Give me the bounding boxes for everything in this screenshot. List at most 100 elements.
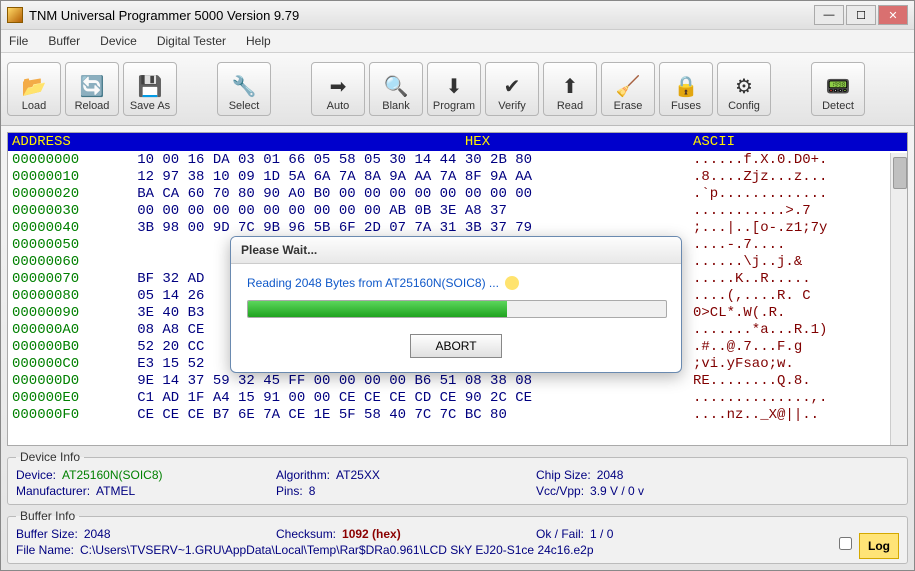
dialog-message-text: Reading 2048 Bytes from AT25160N(SOIC8) … (247, 276, 499, 290)
hex-row[interactable]: 00000000 10 00 16 DA 03 01 66 05 58 05 3… (12, 152, 903, 169)
verify-button[interactable]: ✔Verify (485, 62, 539, 116)
close-button[interactable]: ✕ (878, 5, 908, 25)
hex-ascii: .......*a...R.1) (693, 322, 903, 339)
toolbar-label: Detect (822, 100, 854, 112)
load-button[interactable]: 📂Load (7, 62, 61, 116)
log-checkbox[interactable] (839, 537, 852, 550)
select-icon: 🔧 (230, 72, 258, 100)
fuses-button[interactable]: 🔒Fuses (659, 62, 713, 116)
erase-button[interactable]: 🧹Erase (601, 62, 655, 116)
app-title: TNM Universal Programmer 5000 Version 9.… (29, 8, 299, 23)
hex-bytes: 9E 14 37 59 32 45 FF 00 00 00 00 B6 51 0… (112, 373, 693, 390)
scrollbar-vertical[interactable] (890, 153, 907, 445)
hex-addr: 00000020 (12, 186, 112, 203)
toolbar-label: Read (557, 100, 583, 112)
hex-addr: 00000060 (12, 254, 112, 271)
maximize-button[interactable]: ☐ (846, 5, 876, 25)
hex-ascii: .`p............. (693, 186, 903, 203)
hex-ascii: .8....Zjz...z... (693, 169, 903, 186)
hex-addr: 00000070 (12, 271, 112, 288)
chk-value: 1092 (hex) (342, 527, 401, 541)
menu-digital-tester[interactable]: Digital Tester (157, 34, 226, 48)
chip-value: 2048 (597, 468, 624, 482)
chip-label: Chip Size: (536, 468, 591, 482)
hex-addr: 00000080 (12, 288, 112, 305)
hex-ascii: ......f.X.0.D0+. (693, 152, 903, 169)
hex-addr: 00000090 (12, 305, 112, 322)
auto-button[interactable]: ➡Auto (311, 62, 365, 116)
toolbar-label: Config (728, 100, 760, 112)
hex-row[interactable]: 000000E0 C1 AD 1F A4 15 91 00 00 CE CE C… (12, 390, 903, 407)
program-button[interactable]: ⬇Program (427, 62, 481, 116)
buffer-info-panel: Buffer Info Buffer Size:2048 Checksum:10… (7, 509, 908, 564)
hex-addr: 00000000 (12, 152, 112, 169)
device-info-title: Device Info (16, 450, 84, 464)
select-button[interactable]: 🔧Select (217, 62, 271, 116)
hex-addr: 000000D0 (12, 373, 112, 390)
hex-ascii: ......\j..j.& (693, 254, 903, 271)
save-as-icon: 💾 (136, 72, 164, 100)
hex-ascii: RE........Q.8. (693, 373, 903, 390)
menu-bar: File Buffer Device Digital Tester Help (1, 30, 914, 53)
menu-buffer[interactable]: Buffer (48, 34, 80, 48)
toolbar-label: Auto (327, 100, 350, 112)
hex-ascii: ....nz.._X@||.. (693, 407, 903, 424)
hex-row[interactable]: 00000020 BA CA 60 70 80 90 A0 B0 00 00 0… (12, 186, 903, 203)
hex-addr: 000000E0 (12, 390, 112, 407)
toolbar-label: Program (433, 100, 475, 112)
verify-icon: ✔ (498, 72, 526, 100)
hex-bytes: CE CE CE B7 6E 7A CE 1E 5F 58 40 7C 7C B… (112, 407, 693, 424)
device-label: Device: (16, 468, 56, 482)
hex-bytes: 3B 98 00 9D 7C 9B 96 5B 6F 2D 07 7A 31 3… (112, 220, 693, 237)
hex-row[interactable]: 00000040 3B 98 00 9D 7C 9B 96 5B 6F 2D 0… (12, 220, 903, 237)
hex-ascii: ...........>.7 (693, 203, 903, 220)
hex-bytes: 00 00 00 00 00 00 00 00 00 00 AB 0B 3E A… (112, 203, 693, 220)
hdr-hex: HEX (112, 134, 693, 150)
device-value: AT25160N(SOIC8) (62, 468, 162, 482)
hex-row[interactable]: 00000030 00 00 00 00 00 00 00 00 00 00 A… (12, 203, 903, 220)
pins-value: 8 (309, 484, 316, 498)
reload-button[interactable]: 🔄Reload (65, 62, 119, 116)
blank-button[interactable]: 🔍Blank (369, 62, 423, 116)
log-button[interactable]: Log (859, 533, 899, 559)
hex-addr: 000000F0 (12, 407, 112, 424)
mfr-value: ATMEL (96, 484, 135, 498)
chk-label: Checksum: (276, 527, 336, 541)
save-as-button[interactable]: 💾Save As (123, 62, 177, 116)
menu-help[interactable]: Help (246, 34, 271, 48)
hex-ascii: .....K..R..... (693, 271, 903, 288)
erase-icon: 🧹 (614, 72, 642, 100)
hex-bytes: C1 AD 1F A4 15 91 00 00 CE CE CE CD CE 9… (112, 390, 693, 407)
minimize-button[interactable]: — (814, 5, 844, 25)
load-icon: 📂 (20, 72, 48, 100)
toolbar-label: Reload (75, 100, 110, 112)
progress-dialog: Please Wait... Reading 2048 Bytes from A… (230, 236, 682, 373)
file-value: C:\Users\TVSERV~1.GRU\AppData\Local\Temp… (80, 543, 593, 557)
hex-addr: 000000C0 (12, 356, 112, 373)
menu-device[interactable]: Device (100, 34, 137, 48)
buf-label: Buffer Size: (16, 527, 78, 541)
vcc-label: Vcc/Vpp: (536, 484, 584, 498)
hex-bytes: 10 00 16 DA 03 01 66 05 58 05 30 14 44 3… (112, 152, 693, 169)
algo-label: Algorithm: (276, 468, 330, 482)
hex-row[interactable]: 000000D0 9E 14 37 59 32 45 FF 00 00 00 0… (12, 373, 903, 390)
dialog-title: Please Wait... (231, 237, 681, 264)
hex-addr: 000000B0 (12, 339, 112, 356)
cursor-icon (505, 276, 519, 290)
hex-row[interactable]: 00000010 12 97 38 10 09 1D 5A 6A 7A 8A 9… (12, 169, 903, 186)
hex-ascii: ;...|..[o-.z1;7y (693, 220, 903, 237)
read-button[interactable]: ⬆Read (543, 62, 597, 116)
abort-button[interactable]: ABORT (410, 334, 501, 358)
ok-value: 1 / 0 (590, 527, 613, 541)
hex-bytes: 12 97 38 10 09 1D 5A 6A 7A 8A 9A AA 7A 8… (112, 169, 693, 186)
scroll-thumb[interactable] (893, 157, 907, 189)
menu-file[interactable]: File (9, 34, 28, 48)
hex-addr: 00000040 (12, 220, 112, 237)
device-info-panel: Device Info Device: AT25160N(SOIC8) Algor… (7, 450, 908, 505)
toolbar-label: Verify (498, 100, 526, 112)
config-button[interactable]: ⚙Config (717, 62, 771, 116)
vcc-value: 3.9 V / 0 v (590, 484, 644, 498)
hex-row[interactable]: 000000F0 CE CE CE B7 6E 7A CE 1E 5F 58 4… (12, 407, 903, 424)
detect-button[interactable]: 📟Detect (811, 62, 865, 116)
toolbar-label: Fuses (671, 100, 701, 112)
